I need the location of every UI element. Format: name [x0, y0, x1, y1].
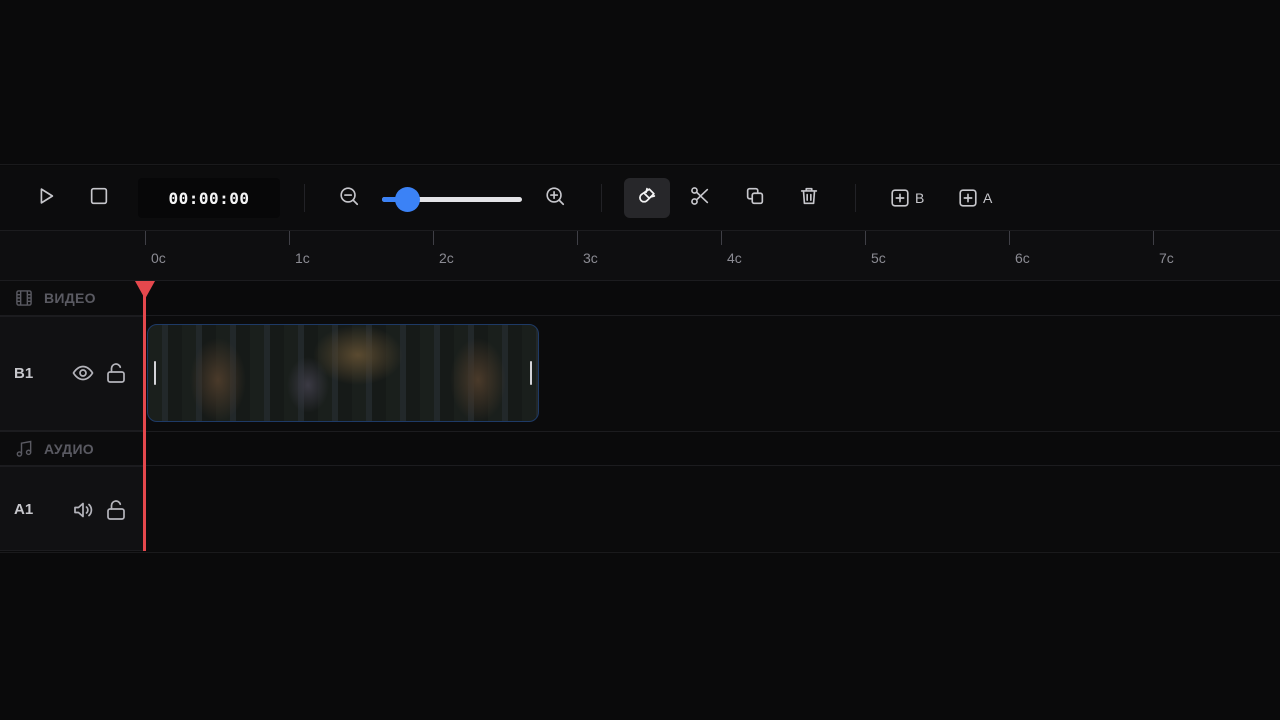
track-divider [0, 431, 1280, 432]
video-clip[interactable] [147, 324, 539, 422]
timecode-display: 00:00:00 [138, 178, 280, 218]
playhead-handle[interactable] [135, 281, 155, 299]
play-icon [35, 185, 57, 212]
magnet-icon [636, 185, 658, 212]
toolbar-divider [855, 184, 856, 212]
track-divider [0, 465, 1280, 466]
zoom-in-icon [544, 185, 566, 212]
music-note-icon [14, 439, 34, 459]
zoom-slider-thumb[interactable] [395, 187, 420, 212]
video-group-lane [144, 281, 1280, 315]
track-name: В1 [14, 365, 34, 382]
scissors-icon [689, 185, 711, 212]
track-divider [0, 315, 1280, 316]
ruler-tick [721, 231, 722, 245]
video-track-header: В1 [0, 316, 144, 431]
track-name: А1 [14, 501, 34, 518]
trash-icon [798, 185, 820, 212]
playhead-line[interactable] [143, 283, 146, 551]
ruler-tick-label: 6с [1015, 250, 1030, 266]
audio-track-header: А1 [0, 466, 144, 551]
toolbar-divider [601, 184, 602, 212]
ruler-tick-label: 0с [151, 250, 166, 266]
zoom-out-icon [338, 185, 360, 212]
timeline-toolbar: 00:00:00 B A [0, 166, 1280, 231]
stop-button[interactable] [81, 180, 117, 216]
zoom-out-button[interactable] [331, 180, 367, 216]
audio-group-header: АУДИО [0, 432, 144, 465]
copy-icon [744, 185, 766, 212]
toolbar-divider [304, 184, 305, 212]
plus-square-icon [889, 187, 911, 209]
ruler-tick-label: 7с [1159, 250, 1174, 266]
ruler-tick [1153, 231, 1154, 245]
film-icon [14, 288, 34, 308]
ruler-tick-label: 5с [871, 250, 886, 266]
speaker-icon[interactable] [71, 498, 95, 522]
ruler-tick-label: 1с [295, 250, 310, 266]
play-button[interactable] [28, 180, 64, 216]
snap-toggle-button[interactable] [624, 178, 670, 218]
audio-track-lane[interactable] [144, 466, 1280, 551]
audio-group-label: АУДИО [44, 440, 95, 457]
ruler-tick-label: 3с [583, 250, 598, 266]
ruler-tick [145, 231, 146, 245]
clip-trim-handle-right[interactable] [530, 361, 532, 385]
split-button[interactable] [682, 180, 718, 216]
ruler-tick [1009, 231, 1010, 245]
duplicate-button[interactable] [737, 180, 773, 216]
zoom-slider[interactable] [382, 187, 522, 212]
preview-area [0, 0, 1280, 165]
ruler-tick-label: 4с [727, 250, 742, 266]
add-video-track-label: B [915, 190, 925, 206]
plus-square-icon [957, 187, 979, 209]
ruler-tick [577, 231, 578, 245]
zoom-in-button[interactable] [537, 180, 573, 216]
add-audio-track-button[interactable]: A [957, 180, 992, 216]
ruler-tick-label: 2с [439, 250, 454, 266]
unlock-icon[interactable] [104, 498, 128, 522]
ruler-tick [865, 231, 866, 245]
delete-button[interactable] [791, 180, 827, 216]
add-video-track-button[interactable]: B [889, 180, 924, 216]
stop-icon [88, 185, 110, 212]
eye-icon[interactable] [71, 361, 95, 385]
clip-trim-handle-left[interactable] [154, 361, 156, 385]
empty-timeline-area [0, 552, 1280, 720]
video-group-header: ВИДЕО [0, 281, 144, 315]
add-audio-track-label: A [983, 190, 993, 206]
ruler-tick [289, 231, 290, 245]
ruler-tick [433, 231, 434, 245]
audio-group-lane [144, 432, 1280, 465]
video-group-label: ВИДЕО [44, 290, 96, 306]
time-ruler[interactable]: 0с 1с 2с 3с 4с 5с 6с 7с [0, 231, 1280, 281]
unlock-icon[interactable] [104, 361, 128, 385]
